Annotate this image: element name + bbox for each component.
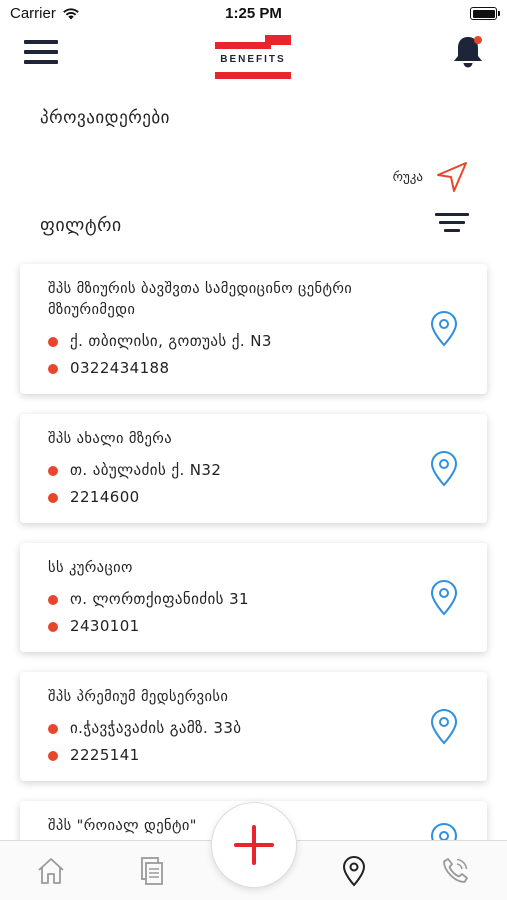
provider-card[interactable]: შპს მზიურის ბავშვთა სამედიცინო ცენტრი მზ…	[20, 264, 487, 394]
tab-documents[interactable]	[134, 853, 170, 889]
location-pin-icon[interactable]	[429, 708, 459, 745]
battery-icon	[470, 7, 500, 20]
provider-address-row: ქ. თბილისი, გოთუას ქ. N3	[48, 328, 407, 355]
phone-icon	[443, 858, 468, 883]
logo-text: BENEFITS	[220, 54, 286, 65]
filter-label: ფილტრი	[40, 215, 122, 236]
documents-icon	[141, 857, 163, 885]
provider-name: შპს ახალი მზერა	[48, 431, 173, 447]
notifications-button[interactable]	[451, 32, 485, 72]
provider-address: თ. აბულაძის ქ. N32	[70, 461, 222, 479]
bullet-dot-icon	[48, 621, 58, 632]
navigation-arrow-icon	[437, 162, 467, 192]
bullet-dot-icon	[48, 363, 58, 374]
tab-call[interactable]	[437, 853, 473, 889]
provider-name: შპს პრემიუმ მედსერვისი	[48, 689, 229, 705]
bullet-dot-icon	[48, 336, 58, 347]
provider-phone-row: 2225141	[48, 742, 407, 769]
benefits-logo: BENEFITS	[213, 31, 293, 81]
provider-phone: 2225141	[70, 746, 140, 764]
bullet-dot-icon	[48, 723, 58, 734]
provider-phone: 2214600	[70, 488, 140, 506]
provider-card[interactable]: შპს ახალი მზერა თ. აბულაძის ქ. N32 22146…	[20, 414, 487, 523]
provider-name: შპს მზიურის ბავშვთა სამედიცინო ცენტრი მზ…	[48, 281, 353, 318]
map-label: რუკა	[392, 169, 423, 185]
bullet-dot-icon	[48, 594, 58, 605]
provider-phone: 2430101	[70, 617, 140, 635]
map-view-button[interactable]: რუკა	[393, 160, 469, 194]
filter-button[interactable]	[435, 213, 469, 237]
bullet-dot-icon	[48, 465, 58, 476]
location-pin-icon	[342, 856, 366, 887]
provider-phone-row: 2214600	[48, 484, 407, 511]
location-pin-icon[interactable]	[429, 311, 459, 347]
location-pin-icon[interactable]	[429, 450, 459, 487]
top-nav: BENEFITS	[0, 28, 507, 82]
provider-address-row: თ. აბულაძის ქ. N32	[48, 457, 407, 484]
bullet-dot-icon	[48, 750, 58, 761]
notification-badge	[474, 36, 482, 44]
provider-phone-row: 2430101	[48, 613, 407, 640]
add-button[interactable]	[212, 803, 296, 887]
provider-address: ი.ჭავჭავაძის გამზ. 33ბ	[70, 719, 242, 737]
home-icon	[38, 858, 64, 884]
provider-address-row: ო. ლორთქიფანიძის 31	[48, 586, 407, 613]
status-bar: Carrier 1:25 PM	[0, 0, 507, 28]
status-time: 1:25 PM	[225, 5, 282, 22]
provider-card[interactable]: შპს პრემიუმ მედსერვისი ი.ჭავჭავაძის გამზ…	[20, 672, 487, 781]
tab-map[interactable]	[336, 853, 372, 889]
provider-address: ქ. თბილისი, გოთუას ქ. N3	[70, 332, 272, 350]
provider-phone: 0322434188	[70, 359, 170, 377]
provider-address-row: ი.ჭავჭავაძის გამზ. 33ბ	[48, 715, 407, 742]
plus-icon	[234, 825, 274, 865]
tab-home[interactable]	[33, 853, 69, 889]
provider-name: სს კურაციო	[48, 560, 133, 576]
bullet-dot-icon	[48, 492, 58, 503]
menu-button[interactable]	[24, 40, 58, 68]
provider-phone-row: 0322434188	[48, 355, 407, 382]
provider-card[interactable]: სს კურაციო ო. ლორთქიფანიძის 31 2430101	[20, 543, 487, 652]
bell-icon	[454, 36, 482, 68]
location-pin-icon[interactable]	[429, 579, 459, 616]
provider-address: ო. ლორთქიფანიძის 31	[70, 590, 249, 608]
page-title: პროვაიდერები	[40, 108, 170, 128]
